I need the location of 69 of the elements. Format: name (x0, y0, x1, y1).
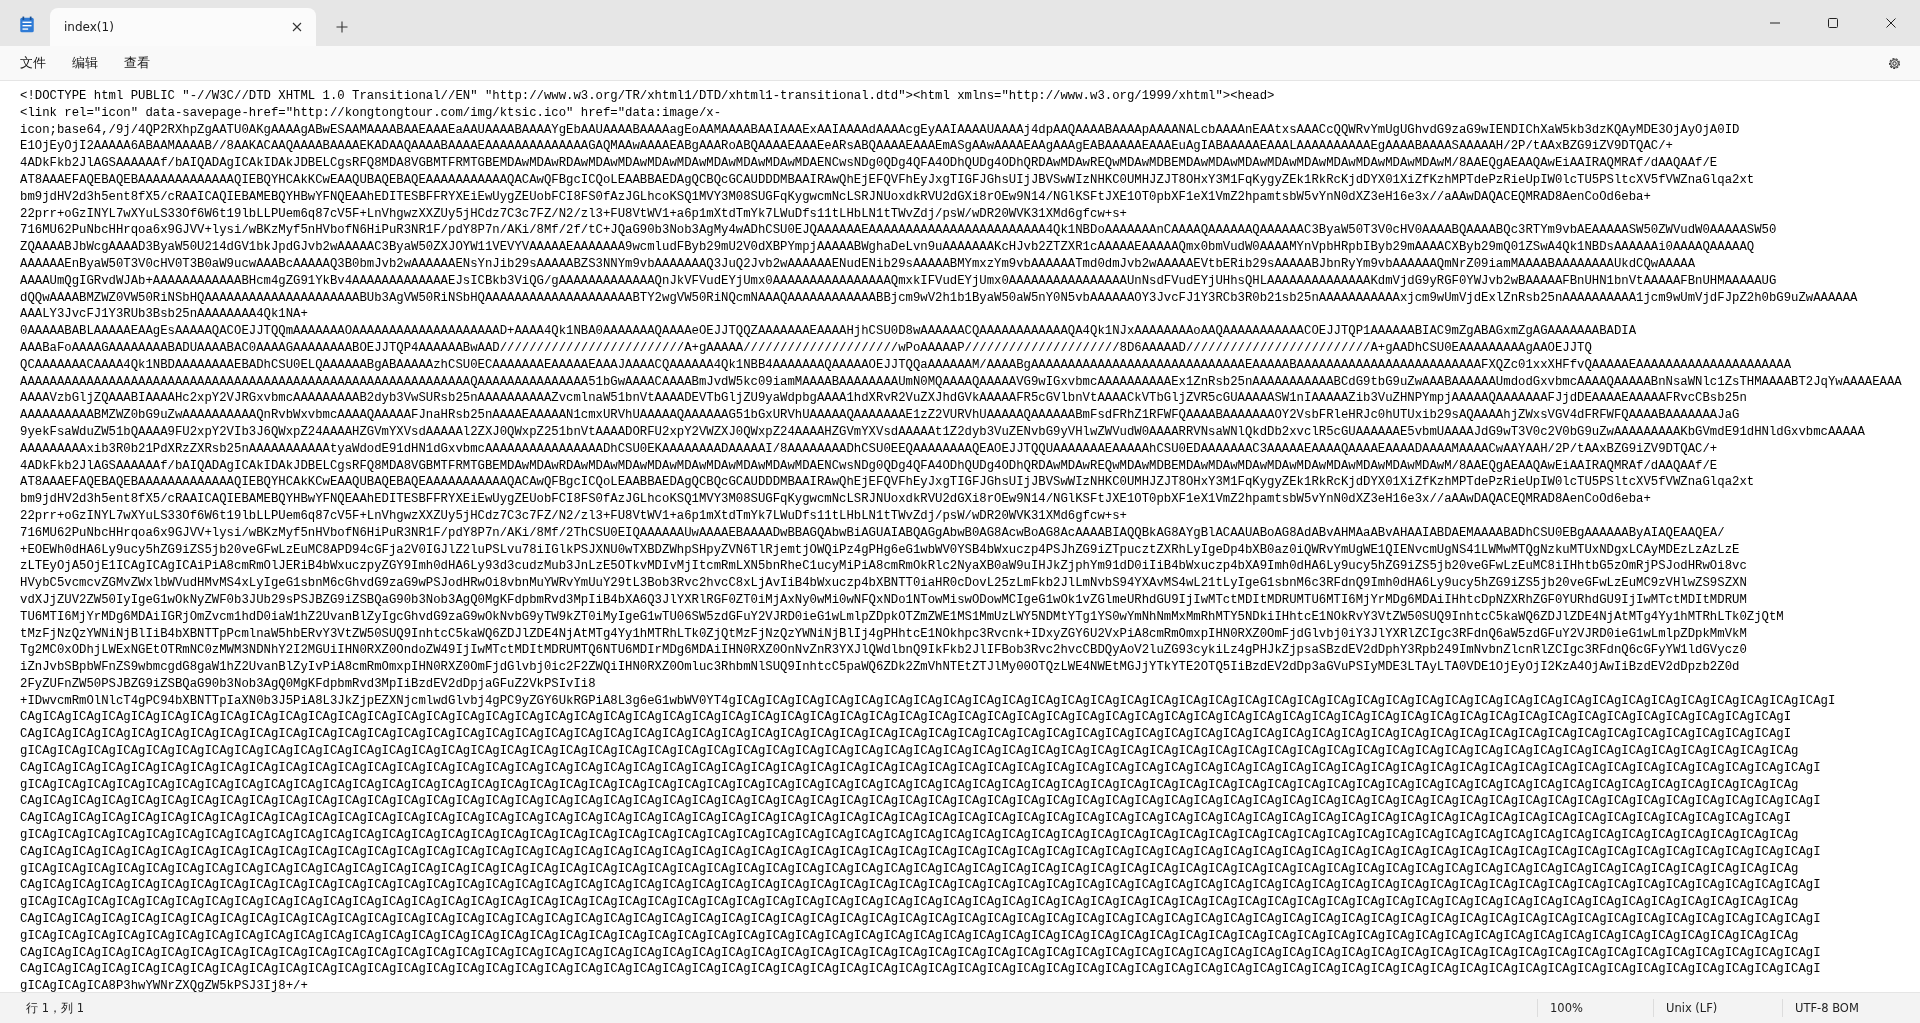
code-line: tMzFjNzQzYWNiNjBlIiB4bXBNTTpPcmlnaW5hbERvY3VtZW50SUQ9InhtcC5kaWQ6ZDJlZDE4NjAtMTg4Yy1hMTRhLTk0ZjQtMzFjNzQzYWNiNjBlIj4gPHhtcE1NOkhpc3Rvcnk+IDxyZGY6U2VxPiA8cmRmOmxpIHN0RXZ0OmFjdGlvbj0iY3JlYXRlZCIgc3RFdnQ6aW5zdGFuY2VJRD0ieG1wLmlpZDpkMmVkM (20, 625, 1747, 643)
code-line: bm9jdHV2d3h5ent8fX5/cRAAICAQIEBAMEBQYHBwYFNQEAAhEDITESBFFRYXEiEwUygZEUobFCI8FS0fAzJGLhcoKSQ1MVY3M08SUGFqKygwcmNcLSRJNUoxdkRVU2dGXi8rOEw9N14/NGlKSFtJXE1OT0pbXF1eX1VmZ2hpamtsbW5vYnN0dXZ3eH16e3x//aAAwDAQACEQMRAD8AenCoOd6eba+ (20, 188, 1651, 206)
code-line: AAAAAAAAAABMZWZ0bG9uZwAAAAAAAAAAQnRvbWxvbmcAAAAQAAAAAFJnaHRsb25nAAAAEAAAAAN1cmxURVhUAAAAAQAAAAAAG51bGxURVhUAAAAAQAAAAAAAE1zZ2VURVhUAAAAAQAAAAAABmFsdFRhZ1RFWFQAAAABAAAAAAAOY2VsbFRleHRJc0hUTUxib29sAQAAAAhjZWxsVGV4dFRFWFQAAAABAAAAAAAJaG (20, 407, 1740, 424)
menu-item[interactable]: 编辑 (62, 50, 108, 76)
code-line: CAgICAgICAgICAgICAgICAgICAgICAgICAgICAgICAgICAgICAgICAgICAgICAgICAgICAgICAgICAgICAgICAgICAgICAgICAgICAgICAgICAgICAgICAgICAgICAgICAgICAgICAgICAgICAgICAgICAgICAgICAgICAgICAgICAgICAgICAgICAgICAgICAgICAgICAgICAgICAgICAgICAgICAgICAgICAgICAgICAgI (20, 810, 1792, 828)
menu-item[interactable]: 查看 (114, 50, 160, 76)
code-line: Tg2MC0xODhjLWExNGEtOTRmNC0zMWM3NDNhY2I2MGUiIHN0RXZ0OndoZW49IjIwMTctMDItMDRUMTQ6NTU6MDIrMDg6MDAiIHN0RXZ0OnNvZnR3YXJlQWdlbnQ9IkFkb2JlIFBob3Rvc2hvcCBDQyAoV2luZG93cykiLz4gPHJkZjpsaSBzdEV2dDphY3Rpb249ImNvbnZlcnRlZCIgc3RFdnQ6cGFyYW1ldGVycz0 (20, 642, 1747, 660)
code-line: CAgICAgICAgICAgICAgICAgICAgICAgICAgICAgICAgICAgICAgICAgICAgICAgICAgICAgICAgICAgICAgICAgICAgICAgICAgICAgICAgICAgICAgICAgICAgICAgICAgICAgICAgICAgICAgICAgICAgICAgICAgICAgICAgICAgICAgICAgICAgICAgICAgICAgICAgICAgICAgICAgICAgICAgICAgICAgICAgICAgICAgI (20, 759, 1821, 777)
code-line: AAAAAAAAAxib3R0b21PdXRzZXRsb25nAAAAAAAAAAAtyaWdodE91dHN1dGxvbmcAAAAAAAAAAAAAAAADhCSU0EKAAAAAAAADAAAAAI/8AAAAAAAADhCSU0EEQAAAAAAAAQEAOEJJTQQUAAAAAAAEAAAAAhCSU0EDAAAAAAAC3AAAAAEAAAAQAAAAEAAAADAAAAMAAAACwAAYAAH/2P/tAAxBZG9iZV9DTQAC/+ (20, 440, 1718, 458)
code-line: HVybC5vcmcvZGMvZWxlbWVudHMvMS4xLyIgeG1sbnM6cGhvdG9zaG9wPSJodHRwOi8vbnMuYWRvYmUuY29tL3Bob3Rvc2hvcC8xLjAvIiB4bWxuczp4bXBNTT0iaHR0cDovL25zLmFkb2JlLmNvbS94YXAvMS4wL21tLyIgeG1sbnM6c3RFdnQ9Imh0dHA6Ly9ucy5hZG9iZS5jb20veGFwLzEuMC9zVHlwZS9SZXN (20, 575, 1747, 592)
code-line: 716MU62PuNbcHHrqoa6x9GJVV+lysi/wBKzMyf5nHVbofN6HiPuR3NR1F/pdY8P7n/AKi/8Mf/2ThCSU0EIQAAAAAAUwAAAAEBAAAADwBBAGQAbwBiAGUAIABQAGgAbwB0AG8AcwBoAG8AcAAAABIAQQBkAG8AYgBlACAAUABoAG8AdABvAHMAaABvAHAAIABDAEMAAAABADhCSU0EBgAAAAAAByAIAQEAAQEA/ (20, 524, 1725, 542)
code-line: bm9jdHV2d3h5ent8fX5/cRAAICAQIEBAMEBQYHBwYFNQEAAhEDITESBFFRYXEiEwUygZEUobFCI8FS0fAzJGLhcoKSQ1MVY3M08SUGFqKygwcmNcLSRJNUoxdkRVU2dGXi8rOEw9N14/NGlKSFtJXE1OT0pbXF1eX1VmZ2hpamtsbW5vYnN0dXZ3eH16e3x//aAAwDAQACEQMRAD8AenCoOd6eba+ (20, 491, 1651, 508)
code-line: iZnJvbSBpbWFnZS9wbmcgdG8gaW1hZ2UvanBlZyIvPiA8cmRmOmxpIHN0RXZ0OmFjdGlvbj0ic2F2ZWQiIHN0RXZ0Omluc3RhbmNlSUQ9InhtcC5paWQ6ZDk2ZmVhNTEtZTJlMy00OTQzLWE4NWEtMGJjYTkYTE2OTQ5IiBzdEV2dDp3aGVuPSIyMDE3LTAyLTA0VDE1OjEyOjI2KzA4OjAwIiBzdEV2dDpzb2Z0d (20, 659, 1740, 676)
code-line: 22prr+oGzINYL7wXYuLS33Of6W6t19lbLLPUem6q87cV5F+LnVhgwzXXZUy5jHCdz7C3c7FZ/N2/zl3+FU8VtWV1+a6p1mXtdTmYk7LWuDfs11tLHbLN1tTWvZdj/psW/wDR20WVK31XMd6gfcw+s+ (20, 205, 1127, 223)
code-line: CAgICAgICAgICAgICAgICAgICAgICAgICAgICAgICAgICAgICAgICAgICAgICAgICAgICAgICAgICAgICAgICAgICAgICAgICAgICAgICAgICAgICAgICAgICAgICAgICAgICAgICAgICAgICAgICAgICAgICAgICAgICAgICAgICAgICAgICAgICAgICAgICAgICAgICAgICAgICAgICAgICAgICAgICAgICAgICAgICAgICAgI (20, 793, 1821, 811)
code-line: CAgICAgICAgICAgICAgICAgICAgICAgICAgICAgICAgICAgICAgICAgICAgICAgICAgICAgICAgICAgICAgICAgICAgICAgICAgICAgICAgICAgICAgICAgICAgICAgICAgICAgICAgICAgICAgICAgICAgICAgICAgICAgICAgICAgICAgICAgICAgICAgICAgICAgICAgICAgICAgICAgICAgICAgICAgICAgICAgICAgI (20, 709, 1792, 727)
file-tab[interactable]: index(1) (50, 8, 316, 46)
code-line: 4ADkFkb2JlAGSAAAAAAf/bAIQADAgICAkIDAkJDBELCgsRFQ8MDA8VGBMTFRMTGBEMDAwMDAwRDAwMDAwMDAwMDAwMDAwMDAwMDAwMDAwMDAENCwsNDg0QDg4QFA4ODhQUDg4ODhQRDAwMDAwREQwMDAwMDBEMDAwMDAwMDAwMDAwMDAwMDAwMDAwMDAwMDAwM/8AAEQgAEAAQAwEiAAIRAQMRAf/dAAQAAf/E (20, 457, 1718, 475)
code-line: <!DOCTYPE html PUBLIC "-//W3C//DTD XHTML 1.0 Transitional//EN" "http://www.w3.org/TR/xhtml1/DTD/xhtml1-transitional.dtd"><html xmlns="http://www.w3.org/1999/xhtml"><head> (20, 88, 1275, 105)
code-line: +IDwvcmRmOlNlcT4gPC94bXBNTTpIaXN0b3J5PiA8L3JkZjpEZXNjcmlwdGlvbj4gPC9yZGY6UkRGPiA8L3g6eG1wbWV0YT4gICAgICAgICAgICAgICAgICAgICAgICAgICAgICAgICAgICAgICAgICAgICAgICAgICAgICAgICAgICAgICAgICAgICAgICAgICAgICAgICAgICAgICAgICAgICAgICAgICAgICAgICAgICAgICAgI (20, 692, 1836, 710)
code-line: 2FyZUFnZW50PSJBZG9iZSBQaG90b3Nob3AgQ0MgKFdpbmRvd3MpIiBzdEV2dDpjaGFuZ2VkPSIvIi8 (20, 675, 596, 693)
close-icon (1886, 18, 1896, 28)
code-line: <link rel="icon" data-savepage-href="http://kongtongtour.com/img/ktsic.ico" href="data:image/x- (20, 104, 722, 122)
code-line: AAAAUmQgIGRvdWJAb+AAAAAAAAAAAABHcm4gZG91YkBv4AAAAAAAAAAAAAEJsICBkb3ViQG/gAAAAAAAAAAAAAQnJkVFVudEYjUmx0AAAAAAAAAAAAAAAAQmxkIFVudEYjUmx0AAAAAAAAAAAAAAAAUnNsdFVudEYjUHhsQHLAAAAAAAAAAAAAAKdmVjdG9yRGF0YWJvb2wBAAAAAFBnUHN1bnVtAAAAAFBnUHMAAAAAUG (20, 272, 1777, 290)
code-line: 716MU62PuNbcHHrqoa6x9GJVV+lysi/wBKzMyf5nHVbofN6HiPuR3NR1F/pdY8P7n/AKi/8Mf/2f/tC+JQaG90b3Nob3AgMy4wADhCSU0EJQAAAAAAEAAAAAAAAAAAAAAAAAAAAAAAA4Qk1NBDoAAAAAAAnCAAAAQAAAAAAQAAAAAAC3ByaW50T3V0cHV0AAAABQAAAABQc3RTYm9vbAEAAAAASW50ZWVudW0AAAAASW50 (20, 222, 1777, 240)
code-line: CAgICAgICAgICAgICAgICAgICAgICAgICAgICAgICAgICAgICAgICAgICAgICAgICAgICAgICAgICAgICAgICAgICAgICAgICAgICAgICAgICAgICAgICAgICAgICAgICAgICAgICAgICAgICAgICAgICAgICAgICAgICAgICAgICAgICAgICAgICAgICAgICAgICAgICAgICAgICAgICAgICAgICAgICAgICAgICAgICAgICAgI (20, 877, 1821, 895)
settings-icon[interactable] (1887, 55, 1902, 71)
code-line: TU6MTI6MjYrMDg6MDAiIGRjOmZvcm1hdD0iaW1hZ2UvanBlZyIgcGhvdG9zaG9wOkNvbG9yTW9kZT0iMyIgeG1wTU06SW5zdGFuY2VJRD0ieG1wLmlpZDpkOTZmZWE1MS1MmUzLWY5NDMtYTg1YS0wYmNhNmMxMmRhMTY5NDkiIHhtcE1NOkRvY3VtZW50SUQ9InhtcC5kaWQ6ZDJlZDE4NjAtMTg4Yy1hMTRhLTk0ZjQtM (20, 608, 1784, 626)
code-line: gICAgICAgICAgICAgICAgICAgICAgICAgICAgICAgICAgICAgICAgICAgICAgICAgICAgICAgICAgICAgICAgICAgICAgICAgICAgICAgICAgICAgICAgICAgICAgICAgICAgICAgICAgICAgICAgICAgICAgICAgICAgICAgICAgICAgICAgICAgICAgICAgICAgICAgICAgICAgICAgICAgICAgICAgICAgICAgICAgICAg (20, 927, 1799, 945)
code-line: dQQwAAAABMZWZ0VW50RiNSbHQAAAAAAAAAAAAAAAAAAAAABUb3AgVW50RiNSbHQAAAAAAAAAAAAAAAAAAAABTY2wgVW50RiNQcmNAAAQAAAAAAAAAAAABBjcm9wV2h1b1ByaW50aW5nY0N5vbAAAAAAOY3JvcFJ1Y3RCb3R0b21sb25nAAAAAAAAAAAxjcm9wUmVjdExlZnRsb25nAAAAAAAAAA1jcm9wUmVjdFJpZ2h0bG9uZwAAAAAA (20, 289, 1858, 307)
code-line: AT8AAAEFAQEBAQEBAAAAAAAAAAAAAQIEBQYHCAkKCwEAAQUBAQEBAQEAAAAAAAAAAAQACAwQFBgcICQoLEAABBAEDAgQCBQcGCAUDDDMBAAIRAwQhEjEFQVFhEyJxgTIGFJGhsUIjJBVSwWIzNHKC0UMHJZJT8OHxY3M1FqKygyZEk1RkRcKjdDYX01XiZfKzhMPTdePzRieUpIW0lcTU5PSltcXV5fVWZnaGlqa2xt (20, 172, 1755, 189)
code-line: AAAAVzbGljZQAAABIAAAAHc2xpY2VJRGxvbmcAAAAAAAAAB2dyb3VwSURsb25nAAAAAAAAAAZvcmlnaW51bnVtAAAADEVTbGljZU9yaWdpbgAAAA1hdXRvR2VuZXJhdGVkAAAAAFR5cGVlbnVtAAAACkVTbGljZVR5cGUAAAAASW1nIAAAAAZib3VuZHNPYmpjAAAAAQAAAAAAAFJjdDEAAAAEAAAAAFRvcCBsb25n (20, 390, 1747, 408)
code-line: icon;base64,/9j/4QP2RXhpZgAATU0AKgAAAAgABwESAAMAAAABAAEAAAEaAAUAAAABAAAAYgEbAAUAAAABAAAAagEoAAMAAAABAAIAAAExAAIAAAAdAAAAcgEyAAIAAAAUAAAAj4dpAAQAAAABAAAApAAAANALcbAAAAnEAAtxsAAACcQQWRvYmUgUGhvdG9zaG9wIENDIChXaW5kb3dzKQAyMDE3OjAyOjA0ID (20, 121, 1740, 139)
code-line: AT8AAAEFAQEBAQEBAAAAAAAAAAAAAQIEBQYHCAkKCwEAAQUBAQEBAQEAAAAAAAAAAAQACAwQFBgcICQoLEAABBAEDAgQCBQcGCAUDDDMBAAIRAwQhEjEFQVFhEyJxgTIGFJGhsUIjJBVSwWIzNHKC0UMHJZJT8OHxY3M1FqKygyZEk1RkRcKjdDYX01XiZfKzhMPTdePzRieUpIW0lcTU5PSltcXV5fVWZnaGlqa2xt (20, 474, 1755, 492)
code-line: CAgICAgICAgICAgICAgICAgICAgICAgICAgICAgICAgICAgICAgICAgICAgICAgICAgICAgICAgICAgICAgICAgICAgICAgICAgICAgICAgICAgICAgICAgICAgICAgICAgICAgICAgICAgICAgICAgICAgICAgICAgICAgICAgICAgICAgICAgICAgICAgICAgICAgICAgICAgICAgICAgICAgICAgICAgICAgICAgICAgI (20, 726, 1792, 744)
code-line: gICAgICAgICA8P3hwYWNrZXQgZW5kPSJ3Ij8+/+ (20, 978, 308, 992)
code-line: gICAgICAgICAgICAgICAgICAgICAgICAgICAgICAgICAgICAgICAgICAgICAgICAgICAgICAgICAgICAgICAgICAgICAgICAgICAgICAgICAgICAgICAgICAgICAgICAgICAgICAgICAgICAgICAgICAgICAgICAgICAgICAgICAgICAgICAgICAgICAgICAgICAgICAgICAgICAgICAgICAgICAgICAgICAgICAgICAgICAg (20, 827, 1799, 844)
menu-item[interactable]: 文件 (10, 50, 56, 76)
status-text: 100% (1537, 999, 1653, 1017)
code-line: AAAAAAAAAAAAAAAAAAAAAAAAAAAAAAAAAAAAAAAAAAAAAAAAAAAAAAAAAAAAAQAAAAAAAAAAAAAAA51bGwAAAACAAAABmJvdW5kc09iamMAAAABAAAAAAAAUmN0MQAAAAQAAAAAVG9wIGxvbmcAAAAAAAAAAEx1ZnRsb25nAAAAAAAAAAABCdG9tbG9uZwAAABAAAAAAUmdodGxvbmcAAAAQAAAAABnNsaWNlc1ZsTHMAAAABT2JqYwAAAAEAAA (20, 373, 1902, 391)
code-line: gICAgICAgICAgICAgICAgICAgICAgICAgICAgICAgICAgICAgICAgICAgICAgICAgICAgICAgICAgICAgICAgICAgICAgICAgICAgICAgICAgICAgICAgICAgICAgICAgICAgICAgICAgICAgICAgICAgICAgICAgICAgICAgICAgICAgICAgICAgICAgICAgICAgICAgICAgICAgICAgICAgICAgICAgICAgICAgICAgICAg (20, 860, 1799, 878)
status-text: UTF-8 BOM (1782, 999, 1920, 1017)
code-line: AAAAAAEnByaW50T3V0cHV0T3B0aW9ucwAAABcAAAAAQ3B0bmJvb2wAAAAAAENsYnJib29sAAAAABZS3NNYm9vbAAAAAAAQ3JuQ2Jvb2wAAAAAAENudENib29sAAAAABMYmxzYm9vbAAAAAATmd0dmJvb2wAAAAAEVtbERib29sAAAAABJbnRyYm9vbAAAAAAQmNrZ09iamMAAAABAAAAAAAAUkdCQwAAAAA (20, 255, 1696, 273)
code-line: +EOEWh0dHA6Ly9ucy5hZG9iZS5jb20veGFwLzEuMC8APD94cGFja2V0IGJlZ2luPSLvu78iIGlkPSJXNU0wTXBDZWhpSHpyZVN6TlRjemtjOWQiPz4gPHg6eG1wbWV0YSB4bWxuczp4PSJhZG9iZTpucztZXRhLyIgeDp4bXB0az0iQWRvYmUgWE1QIENvcmUgNS41LWMwMTQgNzkuMTUxNDgxLCAyMDEzLzAzLzE (20, 541, 1740, 559)
code-line: CAgICAgICAgICAgICAgICAgICAgICAgICAgICAgICAgICAgICAgICAgICAgICAgICAgICAgICAgICAgICAgICAgICAgICAgICAgICAgICAgICAgICAgICAgICAgICAgICAgICAgICAgICAgICAgICAgICAgICAgICAgICAgICAgICAgICAgICAgICAgICAgICAgICAgICAgICAgICAgICAgICAgICAgICAgICAgICAgICAgICAgI (20, 911, 1821, 928)
plus-icon[interactable] (336, 21, 348, 33)
code-line: ZQAAAABJbWcgAAAAD3ByaW50U214dGV1bkJpdGJvb2wAAAAAC3ByaW50ZXJOYW11VEVYVAAAAAEAAAAAAA9wcmludFByb29mU2V0dXBPYmpjAAAAABWghaDeLvn9uAAAAAAAKcHJvb2ZTZXR1cAAAAAEAAAAAQmx0bmVudW0AAAAMYnVpbHRpbIByb29mAAAACXByb29mQ01ZSwA4Qk1NBDsAAAAAAi0AAAAQAAAAAQ (20, 239, 1755, 256)
status-text: Unix (LF) (1653, 999, 1782, 1017)
code-line: gICAgICAgICAgICAgICAgICAgICAgICAgICAgICAgICAgICAgICAgICAgICAgICAgICAgICAgICAgICAgICAgICAgICAgICAgICAgICAgICAgICAgICAgICAgICAgICAgICAgICAgICAgICAgICAgICAgICAgICAgICAgICAgICAgICAgICAgICAgICAgICAgICAgICAgICAgICAgICAgICAgICAgICAgICAgICAgICAgICAg (20, 743, 1799, 760)
code-line: CAgICAgICAgICAgICAgICAgICAgICAgICAgICAgICAgICAgICAgICAgICAgICAgICAgICAgICAgICAgICAgICAgICAgICAgICAgICAgICAgICAgICAgICAgICAgICAgICAgICAgICAgICAgICAgICAgICAgICAgICAgICAgICAgICAgICAgICAgICAgICAgICAgICAgICAgICAgICAgICAgICAgICAgICAgICAgICAgICAgICAgI (20, 961, 1821, 979)
status-text: 行 1，列 1 (25, 1000, 85, 1017)
code-line: AAABaFoAAAAGAAAAAAAABADUAAAABAC0AAAAGAAAAAAAABOEJJTQP4AAAAAABwAAD/////////////////////////A+gAAAAA/////////////////////wPoAAAAAP/////////////////////8D6AAAAAD/////////////////////////A+gAADhCSU0EAAAAAAAAAgAAOEJJTQ (20, 339, 1592, 357)
code-line: 4ADkFkb2JlAGSAAAAAAf/bAIQADAgICAkIDAkJDBELCgsRFQ8MDA8VGBMTFRMTGBEMDAwMDAwRDAwMDAwMDAwMDAwMDAwMDAwMDAwMDAwMDAENCwsNDg0QDg4QFA4ODhQUDg4ODhQRDAwMDAwREQwMDAwMDBEMDAwMDAwMDAwMDAwMDAwMDAwMDAwMDAwMDAwM/8AAEQgAEAAQAwEiAAIRAQMRAf/dAAQAAf/E (20, 155, 1718, 172)
tab-title: index(1) (64, 20, 115, 34)
code-line: 22prr+oGzINYL7wXYuLS33Of6W6t19lbLLPUem6q87cV5F+LnVhgwzXXZUy5jHCdz7C3c7FZ/N2/zl3+FU8VtWV1+a6p1mXtdTmYk7LWuDfs11tLHbLN1tTWvZdj/psW/wDR20WVK31XMd6gfcw+s+ (20, 507, 1127, 525)
code-line: AAALY3JvcFJ1Y3RUb3Bsb25nAAAAAAAA4Qk1NA+ (20, 306, 308, 324)
code-line: gICAgICAgICAgICAgICAgICAgICAgICAgICAgICAgICAgICAgICAgICAgICAgICAgICAgICAgICAgICAgICAgICAgICAgICAgICAgICAgICAgICAgICAgICAgICAgICAgICAgICAgICAgICAgICAgICAgICAgICAgICAgICAgICAgICAgICAgICAgICAgICAgICAgICAgICAgICAgICAgICAgICAgICAgICAgICAgICAgICAg (20, 894, 1799, 912)
close-icon[interactable] (292, 22, 302, 32)
code-line: CAgICAgICAgICAgICAgICAgICAgICAgICAgICAgICAgICAgICAgICAgICAgICAgICAgICAgICAgICAgICAgICAgICAgICAgICAgICAgICAgICAgICAgICAgICAgICAgICAgICAgICAgICAgICAgICAgICAgICAgICAgICAgICAgICAgICAgICAgICAgICAgICAgICAgICAgICAgICAgICAgICAgICAgICAgICAgICAgICAgICAgI (20, 843, 1821, 861)
code-line: 9yekFsaWduZW51bQAAAA9FU2xpY2VIb3J6QWxpZ24AAAAHZGVmYXVsdAAAAAl2ZXJ0QWxpZ251bnVtAAAADORFU2xpY2VWZXJ0QWxpZ24AAAAHZGVmYXVsdAAAAAt1Z2dyb3VuZENvbG9yVHlwZWVudW0AAAARRVNsaWNlQkdDb2xvclR5cGUAAAAAAE5vbmUAAAAJdG9wT3V0c2V0bG9uZwAAAAAAAAAKbGVmdE91dHNldGxvbmcAAAAA (20, 423, 1865, 441)
maximize-icon (1828, 18, 1838, 28)
code-line: gICAgICAgICAgICAgICAgICAgICAgICAgICAgICAgICAgICAgICAgICAgICAgICAgICAgICAgICAgICAgICAgICAgICAgICAgICAgICAgICAgICAgICAgICAgICAgICAgICAgICAgICAgICAgICAgICAgICAgICAgICAgICAgICAgICAgICAgICAgICAgICAgICAgICAgICAgICAgICAgICAgICAgICAgICAgICAgICAgICAg (20, 776, 1799, 794)
code-line: 0AAAAABABLAAAAAEAAgEsAAAAAQACOEJJTQQmAAAAAAAOAAAAAAAAAAAAAAAAAAAAD+AAAA4Qk1NBA0AAAAAAAQAAAAeOEJJTQQZAAAAAAAEAAAAHjhCSU0D8wAAAAAACQAAAAAAAAAAAAQA4Qk1NJxAAAAAAAAoAAQAAAAAAAAAAACOEJJTQP1AAAAAABIAC9mZgABAGxmZgAGAAAAAAABADIA (20, 323, 1637, 340)
notepad-icon (18, 16, 36, 34)
code-line: CAgICAgICAgICAgICAgICAgICAgICAgICAgICAgICAgICAgICAgICAgICAgICAgICAgICAgICAgICAgICAgICAgICAgICAgICAgICAgICAgICAgICAgICAgICAgICAgICAgICAgICAgICAgICAgICAgICAgICAgICAgICAgICAgICAgICAgICAgICAgICAgICAgICAgICAgICAgICAgICAgICAgICAgICAgICAgICAgICAgICAgI (20, 944, 1821, 962)
code-line: vdXJjZUV2ZW50IyIgeG1wOkNyZWF0b3JUb29sPSJBZG9iZSBQaG90b3Nob3AgQ0MgKFdpbmRvd3MpIiB4bXA6Q3JlYXRlRGF0ZT0iMjAxNy0wMi0wNFQxNDo1NTowMiswODowMCIgeG1wOk1vZGlmeURhdGU9IjIwMTctMDItMDRUMTU6MTI6MjYrMDg6MDAiIHhtcDpNZXRhZGF0YURhdGU9IjIwMTctMDItMDRUM (20, 591, 1747, 609)
code-line: zLTEyOjA5OjE1ICAgICAgICAiPiA8cmRmOlJERiB4bWxuczpyZGY9Imh0dHA6Ly93d3cudzMub3JnLzE5OTkvMDIvMjItcmRmLXN5bnRheC1ucyMiPiA8cmRmOkRlc2NyaXB0aW9uIHJkZjphYm91dD0iIiB4bWxuczp4bXA9Imh0dHA6Ly9ucy5hZG9iZS5jb20veGFwLzEuMC8iIHhtbG5zOmRjPSJodHRwOi8vc (20, 558, 1747, 576)
code-line: E1OjEyOjI2AAAAA6ABAAMAAAAB//8AAKACAAQAAAABAAAAEKADAAQAAAABAAAAEAAAAAAAAAAAAAAGAQMAAwAAAAEABgAAARoABQAAAAEAAAEeARsABQAAAAEAAAEmASgAAwAAAAEAAgAAAgEABAAAAAEAAAEuAgIABAAAAAEAAALAAAAAAAAAAEgAAAABAAAASAAAAAH/2P/tAAxBZG9iZV9DTQAC/+ (20, 138, 1673, 156)
code-line: QCAAAAAAACAAAA4Qk1NBDAAAAAAAAEBADhCSU0ELQAAAAAABgABAAAAAzhCSU0ECAAAAAAAEAAAAAEAAAJAAAACQAAAAAA4Qk1NBB4AAAAAAAQAAAAAOEJJTQQaAAAAAAM/AAAABgAAAAAAAAAAAAAAAAAAAAAAAAAAAAAEAAAAABAAAAAAAAAAAAAAAAAAAAAAAAAFXQZc01xxXHFfvQAAAAAEAAAAAAAAAAAAAAAAAAAAA (20, 356, 1792, 374)
